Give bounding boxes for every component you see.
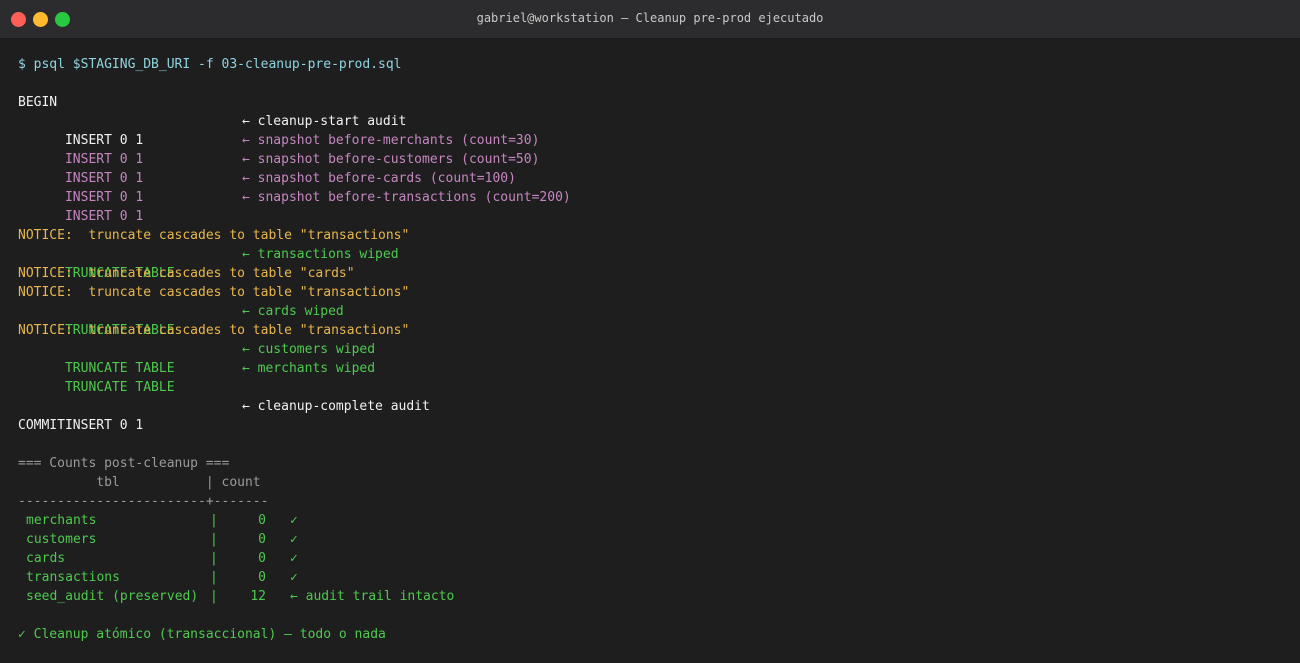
- terminal-window: gabriel@workstation — Cleanup pre-prod e…: [0, 0, 1300, 663]
- table-row: cards | 0 ✓: [26, 551, 298, 566]
- title-bar: gabriel@workstation — Cleanup pre-prod e…: [0, 0, 1300, 39]
- table-row: customers | 0 ✓: [26, 532, 298, 547]
- notice-line: NOTICE: truncate cascades to table "tran…: [18, 228, 410, 243]
- command-line: $ psql $STAGING_DB_URI -f 03-cleanup-pre…: [18, 57, 402, 72]
- commit-line: COMMIT: [18, 418, 65, 433]
- table-row: transactions | 0 ✓: [26, 570, 298, 585]
- truncate-line: TRUNCATE TABLE ← customers wiped: [64, 342, 376, 376]
- window-title: gabriel@workstation — Cleanup pre-prod e…: [476, 11, 824, 25]
- snapshot-line: INSERT 0 1 ← snapshot before-customers (c…: [64, 152, 540, 186]
- truncate-line: TRUNCATE TABLE ← merchants wiped: [64, 361, 376, 395]
- truncate-line: TRUNCATE TABLE ← cards wiped: [64, 304, 344, 338]
- terminal-output[interactable]: $ psql $STAGING_DB_URI -f 03-cleanup-pre…: [18, 55, 571, 644]
- counts-heading: === Counts post-cleanup ===: [18, 456, 230, 471]
- audit-start-line: INSERT 0 1 ← cleanup-start audit: [64, 114, 407, 148]
- snapshot-line: INSERT 0 1 ← snapshot before-merchants (c…: [64, 133, 540, 167]
- notice-line: NOTICE: truncate cascades to table "card…: [18, 266, 355, 281]
- begin-line: BEGIN: [18, 95, 58, 110]
- truncate-line: TRUNCATE TABLE ← transactions wiped: [64, 247, 399, 281]
- final-status-message: ✓ Cleanup atómico (transaccional) — todo…: [18, 627, 386, 642]
- notice-line: NOTICE: truncate cascades to table "tran…: [18, 323, 410, 338]
- snapshot-line: INSERT 0 1 ← snapshot before-cards (count…: [64, 171, 516, 205]
- table-row: merchants | 0 ✓: [26, 513, 298, 528]
- audit-complete-line: INSERT 0 1 ← cleanup-complete audit: [64, 399, 430, 433]
- counts-table-header: tbl | count: [18, 475, 261, 490]
- notice-line: NOTICE: truncate cascades to table "tran…: [18, 285, 410, 300]
- table-row: seed_audit (preserved) | 12 ← audit trail i…: [26, 589, 455, 604]
- snapshot-line: INSERT 0 1 ← snapshot before-transactions…: [64, 190, 571, 224]
- counts-table-divider: ------------------------+-------: [18, 494, 269, 509]
